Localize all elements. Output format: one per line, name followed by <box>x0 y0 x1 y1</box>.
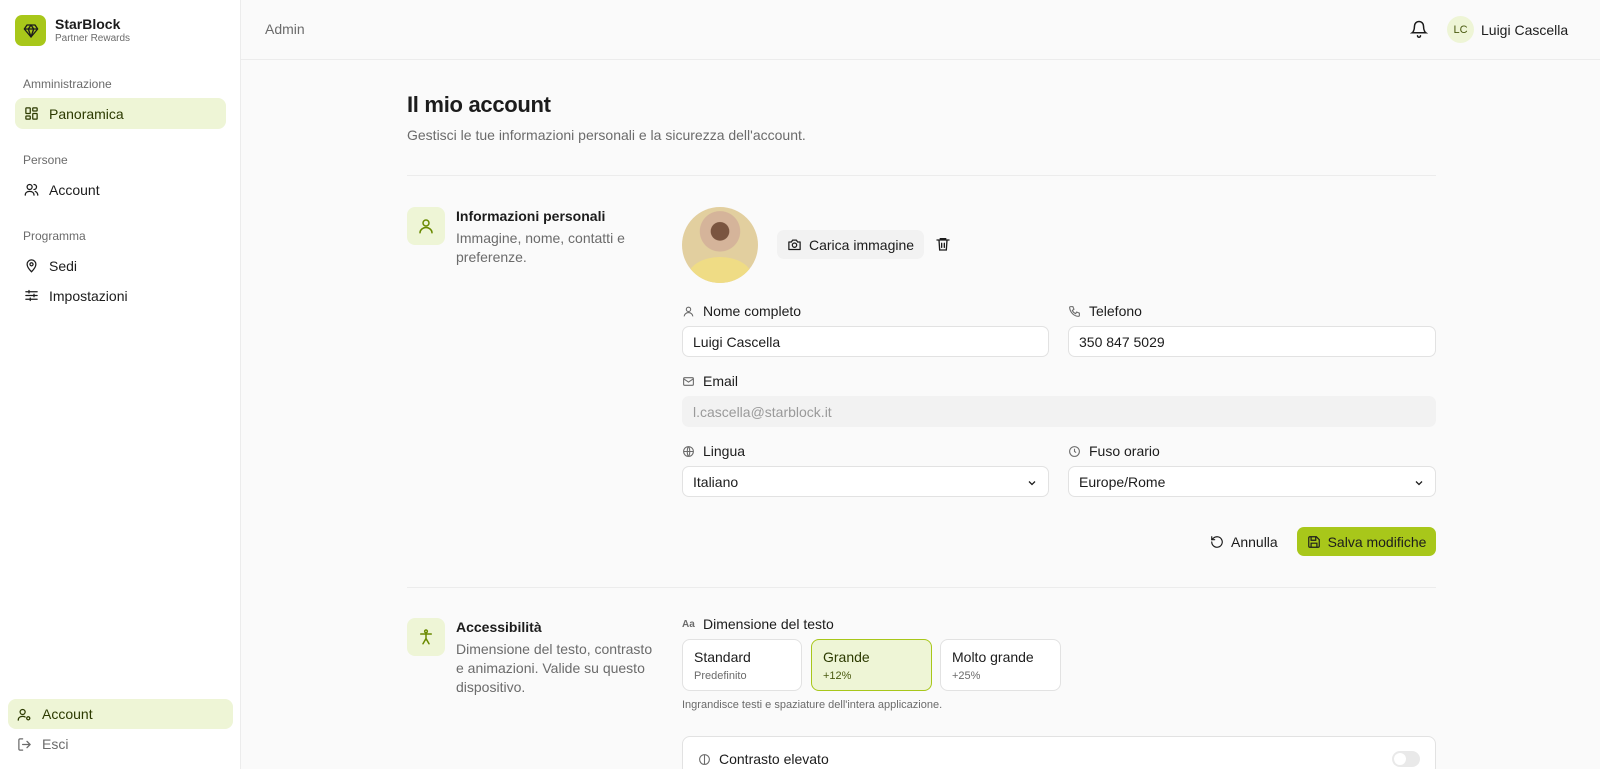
brand-subtitle: Partner Rewards <box>55 33 131 44</box>
upload-label: Carica immagine <box>809 236 915 253</box>
sidebar-bottom-label: Account <box>42 706 93 722</box>
phone-field[interactable] <box>1068 326 1436 357</box>
brand-name: StarBlock <box>55 16 121 32</box>
save-label: Salva modifiche <box>1327 533 1427 550</box>
upload-image-button[interactable]: Carica immagine <box>777 230 925 259</box>
logout-icon <box>16 736 32 752</box>
fullname-field[interactable] <box>682 326 1049 357</box>
timezone-label: Fuso orario <box>1068 443 1160 459</box>
clock-icon <box>1068 444 1082 458</box>
contrast-icon <box>698 752 712 766</box>
dashboard-icon <box>23 106 39 122</box>
sidebar-bottom-label: Esci <box>42 736 69 752</box>
divider <box>407 587 1436 588</box>
timezone-value: Europe/Rome <box>1079 473 1166 490</box>
divider <box>407 175 1436 176</box>
sidebar-bottom-account[interactable]: Account <box>8 699 233 729</box>
top-bar: Admin <box>241 0 1600 60</box>
section-desc-accessibility: Dimensione del testo, contrasto e animaz… <box>456 641 653 695</box>
sidebar-bottom-logout[interactable]: Esci <box>8 729 233 759</box>
sidebar-item-label: Sedi <box>49 257 78 274</box>
cancel-button[interactable]: Annulla <box>1210 528 1278 556</box>
text-size-option-molto-grande[interactable]: Molto grande +25% <box>940 639 1061 691</box>
map-pin-icon <box>23 258 39 274</box>
section-title-accessibility: Accessibilità <box>456 619 542 635</box>
sidebar-item-label: Panoramica <box>49 105 124 122</box>
email-field <box>682 396 1436 427</box>
sidebar-item-sedi[interactable]: Sedi <box>15 250 226 281</box>
mail-icon <box>682 374 696 388</box>
phone-label: Telefono <box>1068 303 1142 319</box>
page-subtitle: Gestisci le tue informazioni personali e… <box>407 127 806 143</box>
user-name: Luigi Cascella <box>1481 21 1569 38</box>
contrast-toggle[interactable] <box>1392 751 1420 767</box>
page-title: Il mio account <box>407 92 551 117</box>
section-title-personal: Informazioni personali <box>456 208 606 224</box>
globe-icon <box>682 444 696 458</box>
fullname-label: Nome completo <box>682 303 801 319</box>
section-desc-personal: Immagine, nome, contatti e preferenze. <box>456 230 625 265</box>
timezone-select[interactable]: Europe/Rome <box>1068 466 1436 497</box>
phone-icon <box>1068 304 1082 318</box>
bell-icon[interactable] <box>1409 20 1429 38</box>
nav-section-amministrazione: Amministrazione <box>23 77 112 91</box>
trash-icon[interactable] <box>935 236 953 254</box>
cancel-label: Annulla <box>1231 534 1278 550</box>
sidebar-item-label: Impostazioni <box>49 287 128 304</box>
nav-section-persone: Persone <box>23 153 68 167</box>
users-icon <box>23 182 39 198</box>
accessibility-icon <box>407 618 445 656</box>
breadcrumb[interactable]: Admin <box>265 21 305 37</box>
contrast-card: Contrasto elevato <box>682 736 1436 769</box>
sidebar-item-account[interactable]: Account <box>15 174 226 205</box>
text-size-option-standard[interactable]: Standard Predefinito <box>682 639 802 691</box>
chevron-down-icon <box>1026 476 1038 488</box>
text-size-option-grande[interactable]: Grande +12% <box>811 639 932 691</box>
save-button[interactable]: Salva modifiche <box>1297 527 1436 556</box>
sliders-icon <box>23 288 39 304</box>
save-icon <box>1307 534 1322 549</box>
user-menu[interactable]: LC Luigi Cascella <box>1447 16 1568 43</box>
chevron-down-icon <box>1413 476 1425 488</box>
sidebar-item-label: Account <box>49 181 100 198</box>
language-value: Italiano <box>693 473 739 490</box>
profile-photo <box>682 207 758 283</box>
nav-section-programma: Programma <box>23 229 86 243</box>
brand[interactable]: StarBlock Partner Rewards <box>15 15 130 46</box>
sidebar: StarBlock Partner Rewards Amministrazion… <box>0 0 241 769</box>
undo-icon <box>1210 535 1225 550</box>
email-label: Email <box>682 373 738 389</box>
user-cog-icon <box>16 706 32 722</box>
text-size-icon: Aa <box>682 618 695 630</box>
sidebar-item-impostazioni[interactable]: Impostazioni <box>15 280 226 311</box>
text-size-label: Aa Dimensione del testo <box>682 616 834 632</box>
user-icon <box>407 207 445 245</box>
user-icon <box>682 304 696 318</box>
avatar: LC <box>1447 16 1474 43</box>
language-label: Lingua <box>682 443 745 459</box>
camera-icon <box>787 237 803 253</box>
contrast-label: Contrasto elevato <box>698 751 829 767</box>
language-select[interactable]: Italiano <box>682 466 1049 497</box>
diamond-icon <box>15 15 46 46</box>
text-size-hint: Ingrandisce testi e spaziature dell'inte… <box>682 699 943 711</box>
sidebar-item-panoramica[interactable]: Panoramica <box>15 98 226 129</box>
